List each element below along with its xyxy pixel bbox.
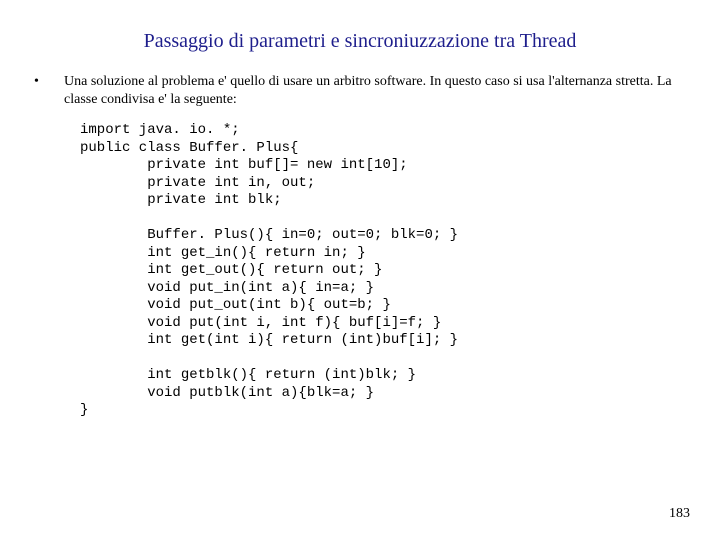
- bullet-text: Una soluzione al problema e' quello di u…: [64, 73, 690, 108]
- code-block: import java. io. *; public class Buffer.…: [30, 108, 690, 420]
- body-area: • Una soluzione al problema e' quello di…: [0, 63, 720, 420]
- bullet-item: • Una soluzione al problema e' quello di…: [30, 73, 690, 108]
- slide: Passaggio di parametri e sincroniuzzazio…: [0, 0, 720, 540]
- bullet-marker: •: [30, 73, 64, 91]
- slide-title: Passaggio di parametri e sincroniuzzazio…: [0, 0, 720, 63]
- page-number: 183: [669, 506, 690, 522]
